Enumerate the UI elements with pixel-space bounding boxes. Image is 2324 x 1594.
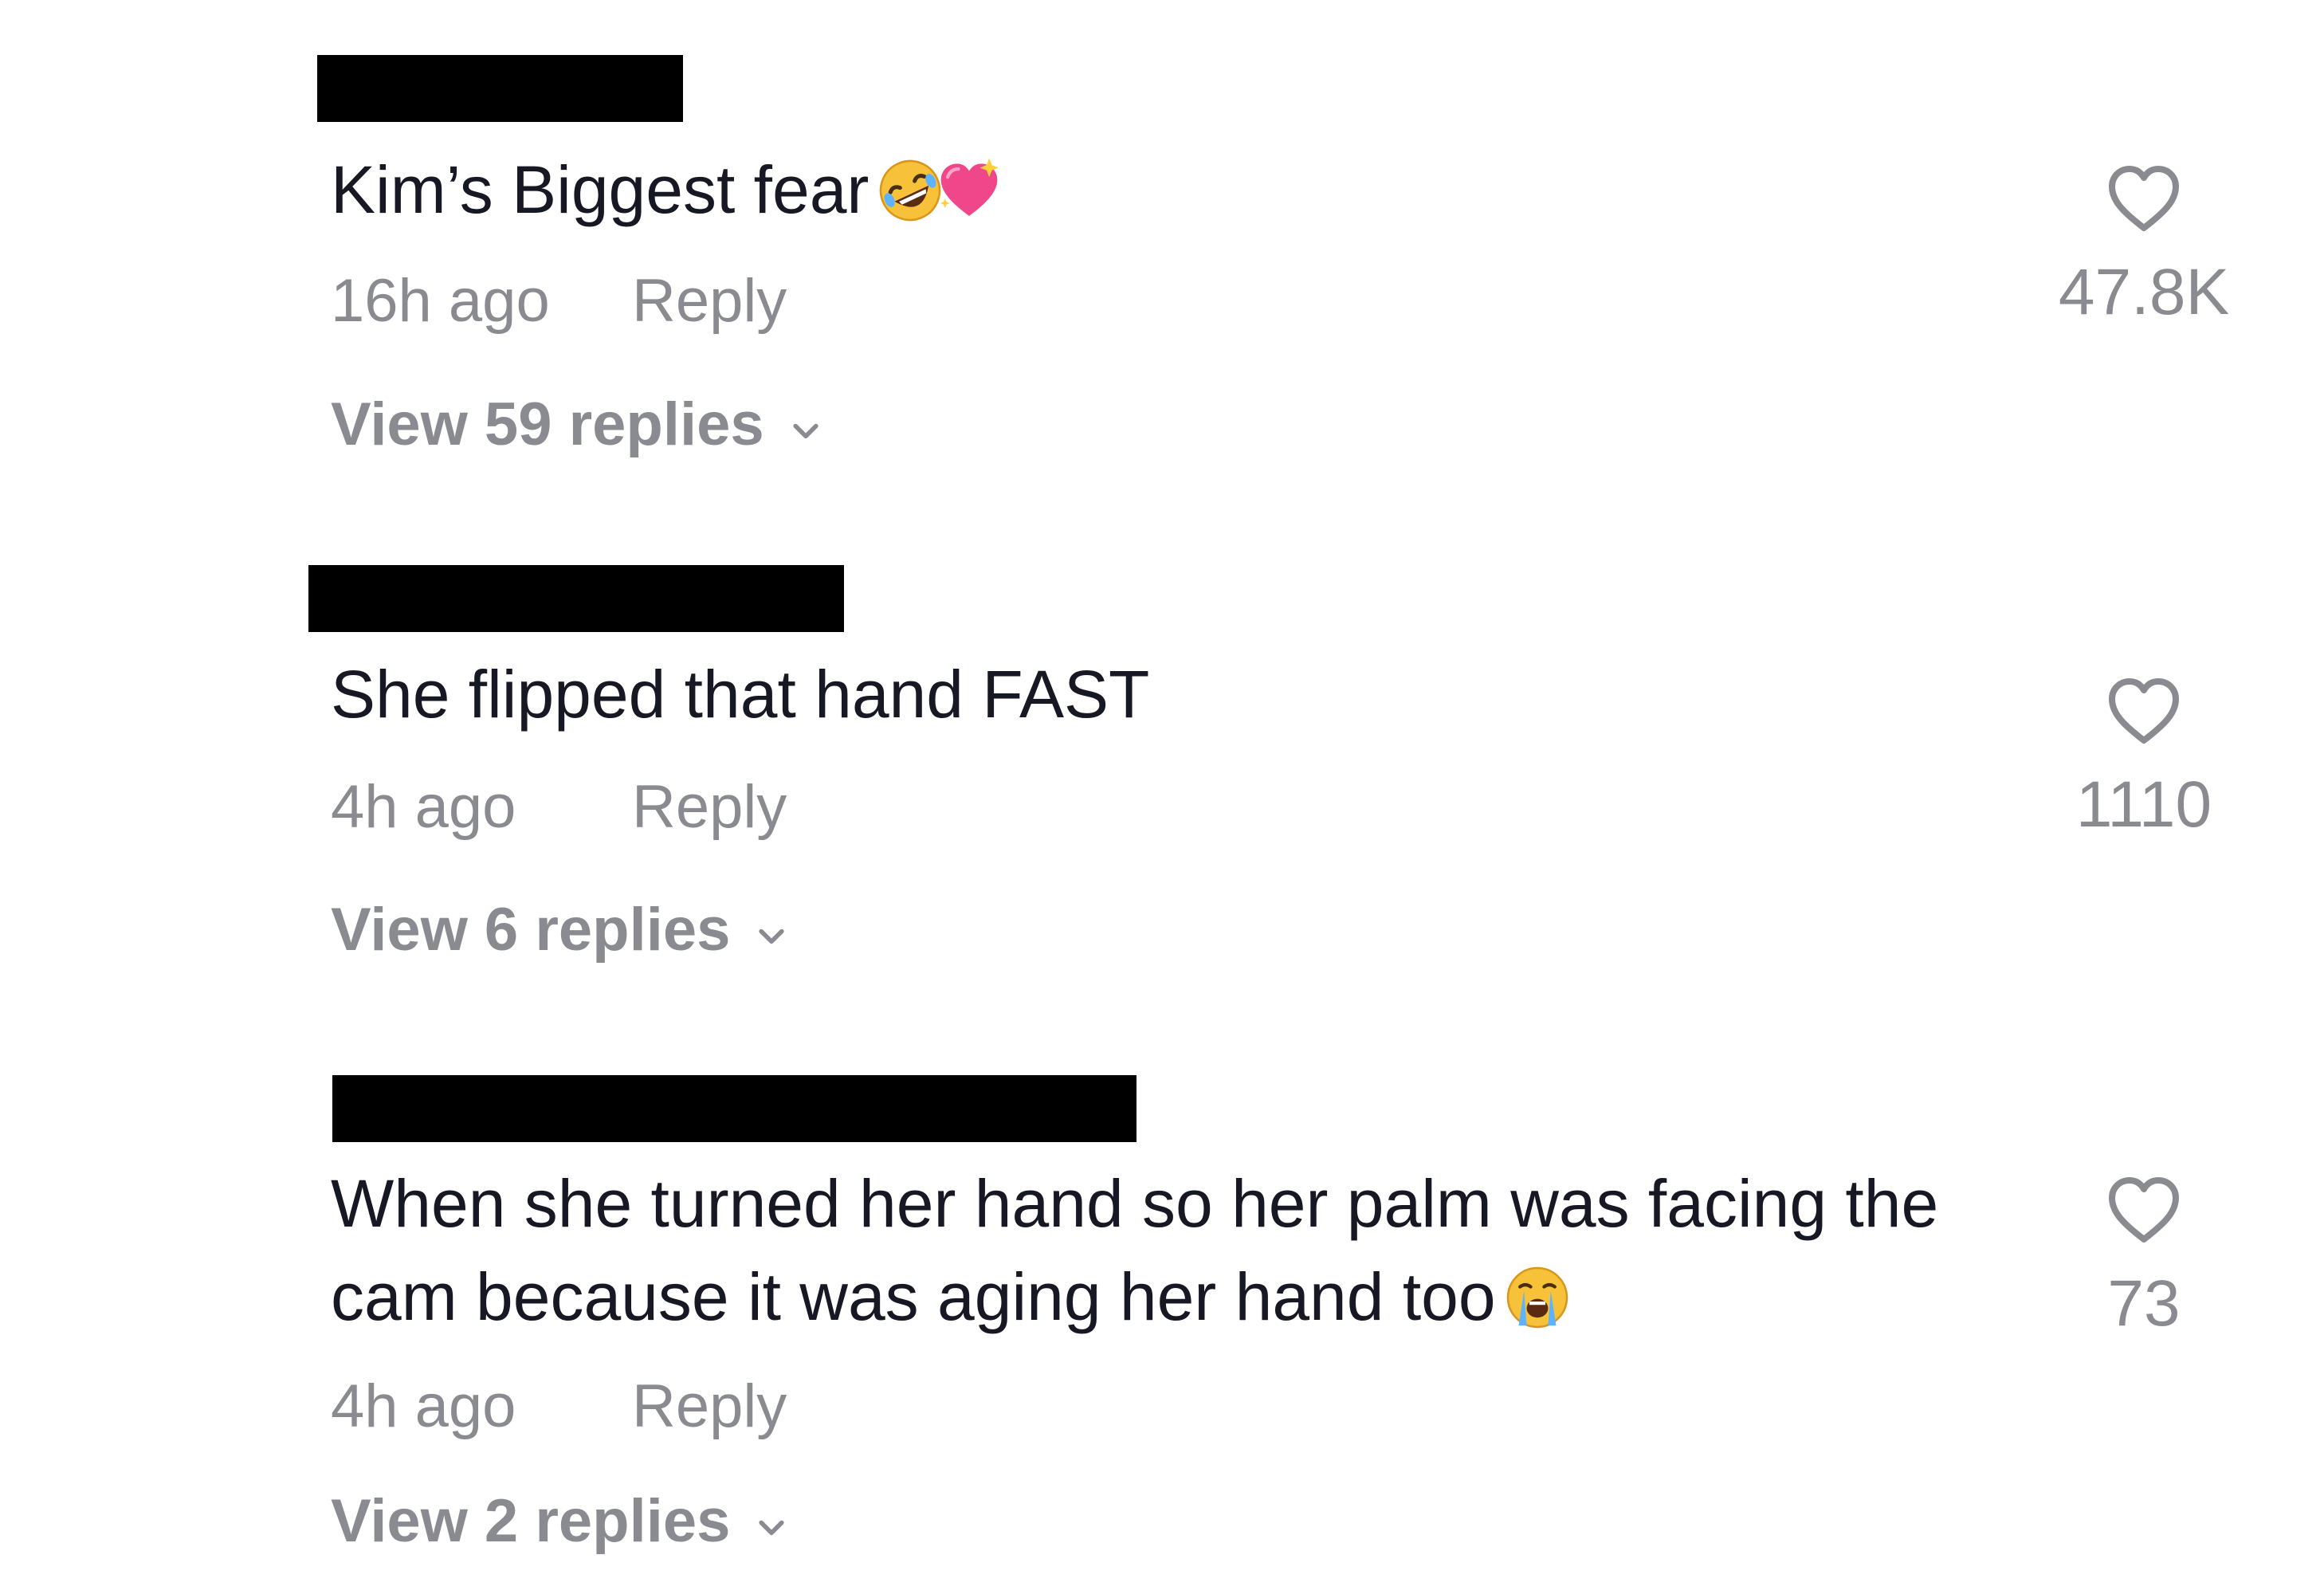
chevron-down-icon bbox=[759, 1520, 784, 1536]
like-count: 73 bbox=[2107, 1267, 2181, 1340]
view-replies-label: View 2 replies bbox=[331, 1487, 731, 1555]
redacted-username bbox=[308, 565, 844, 632]
like-control: 47.8K bbox=[2016, 159, 2271, 328]
like-count: 1110 bbox=[2075, 768, 2212, 841]
comment-timestamp: 16h ago bbox=[331, 267, 550, 335]
comment-text: When she turned her hand so her palm was… bbox=[331, 1166, 1939, 1334]
reply-button[interactable]: Reply bbox=[632, 1371, 787, 1443]
view-replies-button[interactable]: View 2 replies bbox=[331, 1486, 789, 1557]
rolling-on-floor-laughing-emoji bbox=[880, 159, 941, 222]
comment-text-block: When she turned her hand so her palm was… bbox=[331, 1157, 2012, 1344]
like-control: 1110 bbox=[2016, 672, 2271, 841]
comment-timestamp: 4h ago bbox=[331, 1372, 516, 1440]
redacted-username bbox=[317, 55, 683, 122]
heart-icon[interactable] bbox=[2104, 1171, 2184, 1250]
chevron-down-icon bbox=[793, 423, 819, 439]
comment-text: Kim’s Biggest fear bbox=[331, 152, 870, 227]
heart-icon[interactable] bbox=[2104, 672, 2184, 752]
comment-meta: 4h ago Reply bbox=[331, 1371, 787, 1443]
reply-button[interactable]: Reply bbox=[632, 265, 787, 337]
comment-text: She flipped that hand FAST bbox=[331, 657, 1150, 732]
comment-text-block: She flipped that hand FAST bbox=[331, 648, 2012, 741]
like-count: 47.8K bbox=[2058, 256, 2230, 328]
comment-meta: 16h ago Reply bbox=[331, 265, 787, 337]
comment-timestamp: 4h ago bbox=[331, 773, 516, 841]
redacted-username bbox=[332, 1075, 1136, 1142]
loudly-crying-face-emoji bbox=[1506, 1266, 1568, 1329]
comment-text-block: Kim’s Biggest fear bbox=[331, 143, 2012, 237]
like-control: 73 bbox=[2016, 1171, 2271, 1340]
view-replies-label: View 59 replies bbox=[331, 391, 764, 458]
view-replies-button[interactable]: View 59 replies bbox=[331, 389, 823, 461]
comment-meta: 4h ago Reply bbox=[331, 771, 787, 843]
reply-button[interactable]: Reply bbox=[632, 771, 787, 843]
chevron-down-icon bbox=[759, 929, 784, 944]
sparkling-heart-emoji bbox=[940, 158, 999, 216]
view-replies-label: View 6 replies bbox=[331, 896, 731, 964]
view-replies-button[interactable]: View 6 replies bbox=[331, 894, 789, 966]
heart-icon[interactable] bbox=[2104, 159, 2184, 239]
